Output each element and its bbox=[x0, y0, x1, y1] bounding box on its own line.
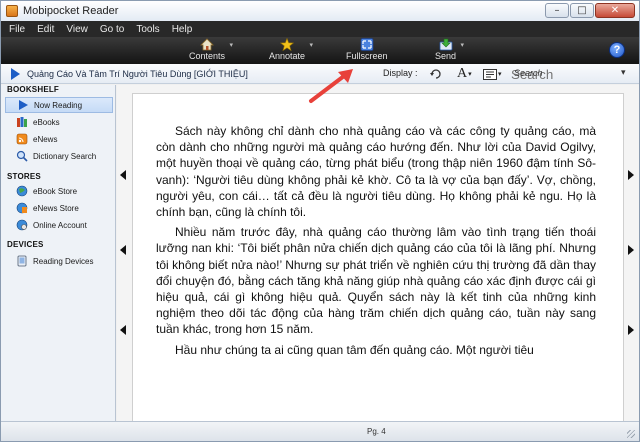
sidebar-item-label: Dictionary Search bbox=[33, 151, 97, 161]
app-icon bbox=[6, 5, 18, 17]
maximize-button[interactable]: □ bbox=[570, 3, 594, 18]
search-options-icon[interactable]: ▾ bbox=[621, 67, 626, 78]
sidebar-item-now-reading[interactable]: Now Reading bbox=[5, 97, 113, 113]
fullscreen-icon bbox=[360, 38, 374, 51]
sidebar-item-label: eBooks bbox=[33, 117, 60, 127]
annotate-button[interactable]: Annotate ▾ bbox=[269, 38, 313, 63]
next-page-arrow-icon[interactable] bbox=[628, 325, 634, 335]
sidebar-item-label: Reading Devices bbox=[33, 256, 94, 266]
toolbar: Contents ▾ Annotate ▾ Fullscreen Send ▾ bbox=[1, 37, 639, 64]
page-number: Pg. 4 bbox=[367, 427, 386, 436]
layout-icon bbox=[483, 68, 497, 80]
globe-books-icon bbox=[16, 185, 28, 197]
annotation-arrow-icon bbox=[309, 69, 353, 103]
sidebar: BOOKSHELF Now Reading eBooks eNews Dicti… bbox=[1, 85, 116, 430]
chevron-down-icon: ▾ bbox=[498, 71, 502, 78]
minimize-button[interactable]: – bbox=[545, 3, 569, 18]
magnifier-icon bbox=[16, 150, 28, 162]
sidebar-item-label: eNews bbox=[33, 134, 58, 144]
next-page-arrow-icon[interactable] bbox=[628, 170, 634, 180]
next-page-arrow-icon[interactable] bbox=[628, 245, 634, 255]
close-button[interactable]: ✕ bbox=[595, 3, 635, 18]
books-icon bbox=[17, 117, 27, 127]
sidebar-item-label: eBook Store bbox=[33, 186, 78, 196]
play-icon bbox=[19, 100, 28, 110]
window-controls: – □ ✕ bbox=[545, 3, 635, 18]
search-placeholder: Search bbox=[514, 68, 543, 78]
page-layout-button[interactable]: ▾ bbox=[483, 67, 502, 81]
book-text: Sách này không chỉ dành cho nhà quảng cá… bbox=[156, 123, 596, 362]
fullscreen-label: Fullscreen bbox=[346, 51, 388, 61]
send-label: Send bbox=[435, 51, 457, 61]
book-title-breadcrumb[interactable]: Quảng Cáo Và Tâm Trí Người Tiêu Dùng [GI… bbox=[27, 69, 248, 79]
font-icon: A bbox=[457, 66, 468, 81]
star-icon bbox=[280, 38, 295, 51]
reader-pane: Sách này không chỉ dành cho nhà quảng cá… bbox=[117, 85, 639, 423]
send-icon bbox=[439, 38, 452, 51]
menu-tools[interactable]: Tools bbox=[136, 24, 159, 35]
font-size-button[interactable]: A ▾ bbox=[457, 66, 472, 81]
contents-button[interactable]: Contents ▾ bbox=[189, 38, 233, 63]
sidebar-item-label: Now Reading bbox=[34, 100, 83, 110]
previous-page-arrow-icon[interactable] bbox=[120, 325, 126, 335]
sidebar-item-ebooks[interactable]: eBooks bbox=[5, 114, 113, 130]
chevron-down-icon: ▾ bbox=[460, 42, 465, 49]
previous-page-arrow-icon[interactable] bbox=[120, 245, 126, 255]
sidebar-item-ebook-store[interactable]: eBook Store bbox=[5, 183, 113, 199]
paragraph: Nhiều năm trước đây, nhà quảng cáo thườn… bbox=[156, 225, 596, 337]
sidebar-item-label: eNews Store bbox=[33, 203, 79, 213]
window-title: Mobipocket Reader bbox=[23, 5, 119, 17]
menu-edit[interactable]: Edit bbox=[37, 24, 54, 35]
sidebar-item-label: Online Account bbox=[33, 220, 87, 230]
menu-bar: File Edit View Go to Tools Help bbox=[1, 21, 639, 37]
send-button[interactable]: Send ▾ bbox=[435, 38, 464, 63]
status-bar: Pg. 4 bbox=[1, 421, 639, 441]
sidebar-item-reading-devices[interactable]: Reading Devices bbox=[5, 253, 113, 269]
annotate-label: Annotate bbox=[269, 51, 306, 61]
rotate-icon[interactable] bbox=[429, 67, 443, 81]
sidebar-item-enews[interactable]: eNews bbox=[5, 131, 113, 147]
stores-header: STORES bbox=[7, 172, 41, 181]
home-icon bbox=[200, 38, 214, 51]
menu-help[interactable]: Help bbox=[172, 24, 193, 35]
chevron-down-icon: ▾ bbox=[309, 42, 314, 49]
resize-grip-icon[interactable] bbox=[627, 430, 635, 438]
contents-label: Contents bbox=[189, 51, 226, 61]
help-button[interactable]: ? bbox=[609, 42, 625, 58]
sidebar-item-online-account[interactable]: Online Account bbox=[5, 217, 113, 233]
paragraph: Sách này không chỉ dành cho nhà quảng cá… bbox=[156, 124, 596, 220]
account-globe-icon bbox=[16, 219, 28, 231]
device-icon bbox=[17, 255, 27, 267]
paragraph: Hầu như chúng ta ai cũng quan tâm đến qu… bbox=[175, 342, 534, 357]
chevron-down-icon: ▾ bbox=[468, 71, 472, 78]
sidebar-item-enews-store[interactable]: eNews Store bbox=[5, 200, 113, 216]
bookshelf-header: BOOKSHELF bbox=[7, 85, 60, 94]
app-window: Mobipocket Reader – □ ✕ File Edit View G… bbox=[0, 0, 640, 442]
news-icon bbox=[16, 133, 28, 145]
display-label: Display : bbox=[383, 68, 418, 78]
menu-goto[interactable]: Go to bbox=[100, 24, 124, 35]
chevron-down-icon: ▾ bbox=[229, 42, 234, 49]
previous-page-arrow-icon[interactable] bbox=[120, 170, 126, 180]
menu-view[interactable]: View bbox=[66, 24, 88, 35]
globe-news-icon bbox=[16, 202, 28, 214]
fullscreen-button[interactable]: Fullscreen bbox=[346, 38, 388, 63]
play-icon[interactable] bbox=[11, 67, 20, 80]
menu-file[interactable]: File bbox=[9, 24, 25, 35]
title-bar: Mobipocket Reader – □ ✕ bbox=[1, 1, 639, 21]
sidebar-item-dictionary-search[interactable]: Dictionary Search bbox=[5, 148, 113, 164]
devices-header: DEVICES bbox=[7, 240, 44, 249]
